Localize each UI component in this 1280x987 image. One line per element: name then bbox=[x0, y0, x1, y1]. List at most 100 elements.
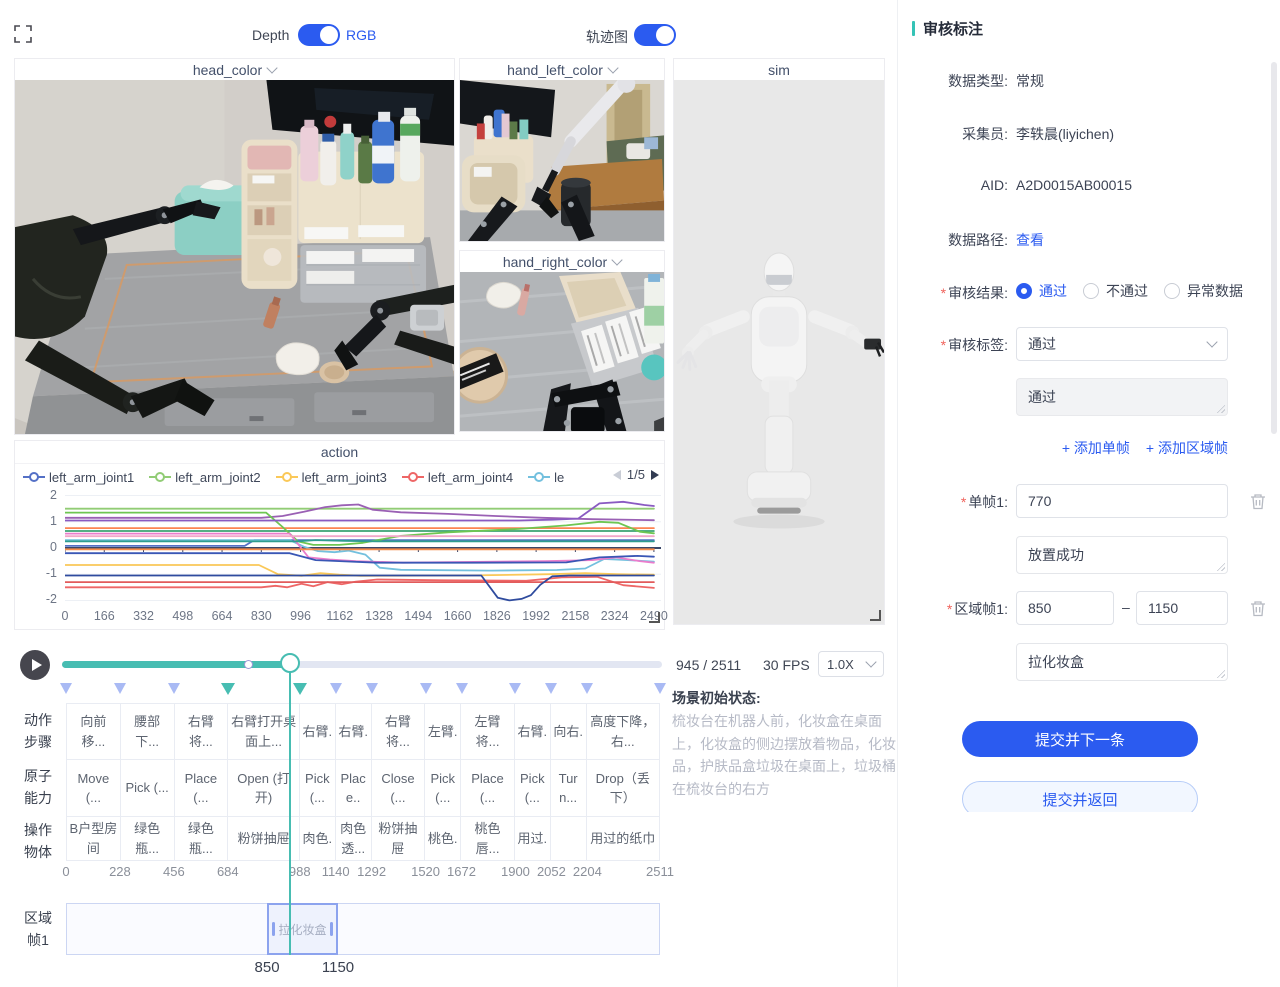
chevron-down-icon bbox=[266, 62, 277, 73]
step-cell[interactable]: Turn... bbox=[551, 760, 586, 817]
step-cell[interactable]: 右臂. bbox=[300, 704, 335, 760]
step-cell[interactable]: 粉饼抽屉 bbox=[372, 817, 425, 860]
trash-icon[interactable] bbox=[1250, 600, 1266, 617]
radio-selected-icon[interactable] bbox=[1016, 283, 1032, 299]
resize-corner-icon[interactable] bbox=[649, 612, 660, 623]
chevron-down-icon bbox=[1206, 336, 1217, 347]
add-region-frame-button[interactable]: + 添加区域帧 bbox=[1146, 438, 1228, 458]
step-column-1: 腰部下...Pick (...绿色瓶... bbox=[121, 704, 175, 860]
step-cell[interactable]: 向右. bbox=[551, 704, 586, 760]
step-cell[interactable]: 用过的纸巾 bbox=[587, 817, 659, 860]
legend-item-le[interactable]: le bbox=[528, 470, 564, 485]
step-marker-988[interactable] bbox=[293, 683, 307, 695]
step-cell[interactable]: 肉色. bbox=[300, 817, 335, 860]
step-cell[interactable]: 右臂将... bbox=[372, 704, 425, 760]
legend-item-left_arm_joint4[interactable]: left_arm_joint4 bbox=[402, 470, 513, 485]
step-marker-1900[interactable] bbox=[509, 683, 521, 694]
radio-unselected-icon[interactable] bbox=[1164, 283, 1180, 299]
legend-item-left_arm_joint2[interactable]: left_arm_joint2 bbox=[149, 470, 260, 485]
region-right-handle[interactable] bbox=[330, 922, 333, 936]
hand-left-camera-header[interactable]: hand_left_color bbox=[460, 59, 664, 81]
legend-prev-icon[interactable] bbox=[613, 470, 621, 480]
step-cell[interactable]: 用过. bbox=[515, 817, 550, 860]
legend-item-left_arm_joint1[interactable]: left_arm_joint1 bbox=[23, 470, 134, 485]
radio-unselected-icon[interactable] bbox=[1083, 283, 1099, 299]
legend-item-left_arm_joint3[interactable]: left_arm_joint3 bbox=[276, 470, 387, 485]
step-cell[interactable]: 绿色瓶... bbox=[121, 817, 174, 860]
step-cell[interactable]: Place.. bbox=[336, 760, 371, 817]
step-cell[interactable]: Pick (... bbox=[425, 760, 460, 817]
step-marker-2052[interactable] bbox=[545, 683, 557, 694]
add-single-frame-button[interactable]: + 添加单帧 bbox=[1062, 438, 1130, 458]
hand-right-camera-header[interactable]: hand_right_color bbox=[460, 251, 664, 273]
region-frame-comment[interactable]: 拉化妆盒 bbox=[1016, 643, 1228, 681]
data-path-view-link[interactable]: 查看 bbox=[1016, 230, 1044, 250]
step-cell[interactable]: 右臂. bbox=[336, 704, 371, 760]
region-frame-track[interactable] bbox=[66, 903, 660, 955]
step-marker-1520[interactable] bbox=[420, 683, 432, 694]
submit-next-button[interactable]: 提交并下一条 bbox=[962, 721, 1198, 757]
legend-line-icon bbox=[528, 472, 550, 482]
speed-select[interactable]: 1.0X bbox=[818, 651, 884, 677]
step-cell[interactable]: Pick (... bbox=[121, 760, 174, 817]
step-cell[interactable]: 向前移... bbox=[67, 704, 120, 760]
step-marker-456[interactable] bbox=[168, 683, 180, 694]
resize-corner-icon[interactable] bbox=[870, 610, 881, 621]
step-cell[interactable]: Drop（丢下） bbox=[587, 760, 659, 817]
panel-scrollbar[interactable] bbox=[1271, 62, 1277, 434]
slider-handle[interactable] bbox=[280, 653, 300, 673]
legend-pager: 1/5 bbox=[613, 467, 659, 482]
submit-back-button[interactable]: 提交并返回 bbox=[962, 781, 1198, 812]
region-end-input[interactable]: 1150 bbox=[1136, 591, 1228, 625]
single-frame-input[interactable]: 770 bbox=[1016, 484, 1228, 518]
sim-viewport[interactable] bbox=[674, 80, 884, 624]
step-cell[interactable]: Close (... bbox=[372, 760, 425, 817]
review-result-option-异常数据[interactable]: 异常数据 bbox=[1164, 281, 1243, 301]
step-marker-228[interactable] bbox=[114, 683, 126, 694]
step-marker-1672[interactable] bbox=[456, 683, 468, 694]
radio-option-label: 不通过 bbox=[1106, 281, 1148, 301]
step-marker-1140[interactable] bbox=[330, 683, 342, 694]
step-marker-0[interactable] bbox=[60, 683, 72, 694]
review-tag-select[interactable]: 通过 bbox=[1016, 327, 1228, 361]
step-marker-684[interactable] bbox=[221, 683, 235, 695]
step-cell[interactable]: 肉色透... bbox=[336, 817, 371, 860]
step-cell[interactable]: 腰部下... bbox=[121, 704, 174, 760]
step-cell[interactable]: Move (... bbox=[67, 760, 120, 817]
step-cell[interactable]: 左臂将... bbox=[461, 704, 514, 760]
step-cell[interactable]: 右臂将... bbox=[175, 704, 228, 760]
step-column-10: 向右.Turn... bbox=[551, 704, 587, 860]
legend-next-icon[interactable] bbox=[651, 470, 659, 480]
review-result-option-不通过[interactable]: 不通过 bbox=[1083, 281, 1148, 301]
head-camera-header[interactable]: head_color bbox=[15, 59, 454, 81]
region-left-handle[interactable] bbox=[272, 922, 275, 936]
step-cell[interactable]: Place (... bbox=[175, 760, 228, 817]
depth-rgb-toggle[interactable] bbox=[298, 24, 340, 46]
step-marker-2511[interactable] bbox=[654, 683, 666, 694]
region-frame-box[interactable]: 拉化妆盒 bbox=[267, 903, 338, 955]
review-tag-comment[interactable]: 通过 bbox=[1016, 378, 1228, 416]
step-cell[interactable]: 右臂. bbox=[515, 704, 550, 760]
step-cell[interactable]: B户型房间 bbox=[67, 817, 120, 860]
review-result-option-通过[interactable]: 通过 bbox=[1016, 281, 1067, 301]
play-button[interactable] bbox=[20, 650, 50, 680]
step-cell[interactable]: 左臂. bbox=[425, 704, 460, 760]
step-marker-1292[interactable] bbox=[366, 683, 378, 694]
step-marker-2204[interactable] bbox=[581, 683, 593, 694]
progress-slider[interactable] bbox=[62, 661, 662, 668]
step-cell[interactable]: 桃色唇... bbox=[461, 817, 514, 860]
step-cell[interactable]: Pick (... bbox=[515, 760, 550, 817]
fullscreen-icon[interactable] bbox=[14, 25, 32, 43]
step-cell[interactable]: Place (... bbox=[461, 760, 514, 817]
step-cell[interactable]: 桃色. bbox=[425, 817, 460, 860]
step-cell[interactable] bbox=[551, 817, 586, 860]
annotation-review-app: Depth RGB 轨迹图 head_color bbox=[0, 0, 1280, 987]
step-cell[interactable]: 绿色瓶... bbox=[175, 817, 228, 860]
step-column-8: 左臂将...Place (...桃色唇... bbox=[461, 704, 515, 860]
step-cell[interactable]: Pick (... bbox=[300, 760, 335, 817]
step-cell[interactable]: 高度下降，右... bbox=[587, 704, 659, 760]
trash-icon[interactable] bbox=[1250, 493, 1266, 510]
region-start-input[interactable]: 850 bbox=[1016, 591, 1114, 625]
trajectory-toggle[interactable] bbox=[634, 24, 676, 46]
single-frame-comment[interactable]: 放置成功 bbox=[1016, 536, 1228, 574]
